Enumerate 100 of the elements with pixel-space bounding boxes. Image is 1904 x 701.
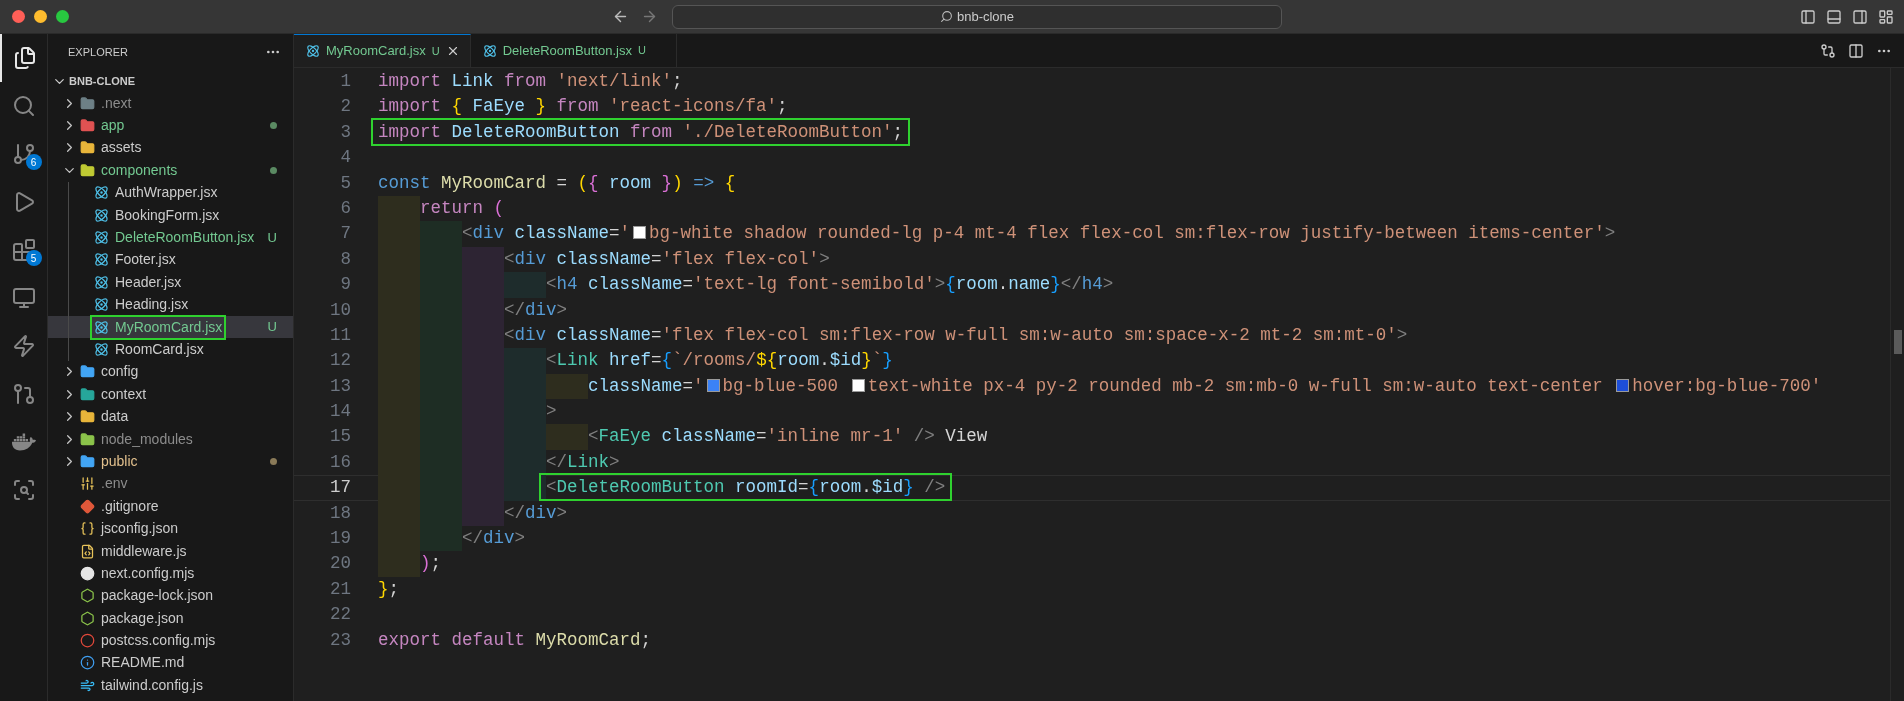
file-name: node_modules [101,429,193,449]
code-text: className=' [588,375,704,396]
circle-icon [80,633,95,649]
tree-item[interactable]: tailwind.config.js [48,674,293,697]
js-file-icon [80,543,95,559]
forward-arrow-icon[interactable] [641,8,658,25]
line-number: 10 [329,298,352,322]
editor-tab[interactable]: MyRoomCard.jsx U [294,34,471,67]
line-number: 23 [329,628,352,652]
layout-icon[interactable] [1878,8,1894,25]
code-text: bg-white shadow rounded-lg p-4 mt-4 flex flex-col sm:flex-row justify-between items-center'> [649,223,1616,244]
sliders-icon [80,476,95,492]
code-text: </Link> [546,451,620,472]
pull-request-icon [11,382,36,406]
code-text: }; [378,578,400,599]
window-control-icon[interactable] [56,10,69,23]
code-text: text-white px-4 py-2 rounded mb-2 sm:mb-0 w-full sm:w-auto text-center [867,375,1604,396]
activity-bar-item[interactable]: 6 [0,130,48,178]
code-text: return ( [420,197,505,218]
tree-item[interactable]: config [48,360,293,384]
tree-item[interactable]: MyRoomCard.jsx U [48,315,293,339]
tree-item[interactable]: middleware.js [48,539,293,563]
file-name: Heading.jsx [115,295,189,315]
scrollbar-thumb[interactable] [1894,330,1902,354]
line-number: 9 [339,273,352,297]
file-name: Footer.jsx [115,250,176,270]
file-name: context [101,384,147,404]
tree-item[interactable]: jsconfig.json [48,517,293,540]
tree-item[interactable]: Heading.jsx [48,293,293,316]
line-number: 2 [339,95,352,119]
hexagon-icon [80,610,95,626]
tree-item[interactable]: Footer.jsx [48,248,293,272]
compare-icon[interactable] [1820,42,1836,59]
tree-root-header[interactable]: BNB-CLONE [48,70,293,92]
tree-item[interactable]: README.md [48,651,293,675]
code-text: </div> [504,299,568,320]
file-name: data [101,407,129,427]
file-name: package.json [101,608,184,628]
line-number: 13 [329,374,352,398]
tree-item[interactable]: .gitignore [48,495,293,518]
line-number: 8 [339,247,352,271]
atom-icon [94,342,109,357]
line-number: 7 [339,222,352,246]
panel-bottom-icon[interactable] [1826,8,1842,25]
line-number: 16 [329,450,352,474]
files-icon [12,46,37,70]
tree-item[interactable]: next.config.mjs [48,562,293,585]
tree-item[interactable]: package.json [48,607,293,630]
tree-item[interactable]: .env [48,472,293,496]
tree-item[interactable]: DeleteRoomButton.jsx U [48,226,293,249]
search-text: bnb-clone [956,7,1015,26]
tree-item[interactable]: node_modules [48,427,293,451]
atom-icon [94,274,109,290]
file-name: README.md [101,653,185,673]
tree-item[interactable]: assets [48,136,293,160]
line-number: 20 [329,552,352,576]
file-name: BookingForm.jsx [115,205,220,225]
tree-item[interactable]: postcss.config.mjs [48,629,293,652]
tree-item[interactable]: RoomCard.jsx [48,338,293,361]
split-editor-icon[interactable] [1848,42,1864,59]
file-name: .next [101,93,132,113]
command-search-field[interactable]: bnb-clone [672,4,1282,29]
atom-icon [306,44,320,58]
wind-icon [80,677,95,693]
tree-item[interactable]: public [48,450,293,473]
file-name: .gitignore [101,496,159,516]
tree-item[interactable]: Header.jsx [48,271,293,294]
tree-item[interactable]: .next [48,92,293,115]
atom-icon [482,43,497,58]
tree-item[interactable]: BookingForm.jsx [48,203,293,227]
activity-bar-item[interactable]: 5 [0,226,48,274]
git-status-letter: U [638,43,646,59]
tree-item[interactable]: data [48,405,293,428]
window-control-icon[interactable] [34,10,47,23]
window-control-icon[interactable] [12,10,25,23]
circle-icon [80,565,95,581]
back-arrow-icon[interactable] [612,8,629,25]
project-name: BNB-CLONE [69,73,135,89]
code-text: <div className='flex flex-col sm:flex-row w-full sm:w-auto sm:space-x-2 mt-2 sm:mt-0'> [504,324,1408,345]
panel-right-icon[interactable] [1852,8,1868,25]
git-status-letter: U [267,318,277,337]
code-text: <DeleteRoomButton roomId={room.$id} /> [546,477,946,498]
explorer-title: EXPLORER [68,44,128,60]
atom-icon [94,230,109,246]
line-number: 3 [339,120,352,144]
line-number: 14 [329,400,352,424]
file-name: middleware.js [101,541,187,561]
tree-item[interactable]: context [48,383,293,406]
tree-item[interactable]: components [48,159,293,182]
code-text: ); [420,553,442,574]
tree-item[interactable]: AuthWrapper.jsx [48,181,293,204]
tab-label: DeleteRoomButton.jsx [502,41,632,60]
file-name: public [101,451,138,471]
panel-left-icon[interactable] [1800,8,1816,25]
search-icon [11,94,36,118]
file-name: RoomCard.jsx [115,340,204,359]
tree-item[interactable]: app [48,114,293,137]
code-text: const MyRoomCard = ({ room }) => { [378,172,736,193]
tree-item[interactable]: package-lock.json [48,584,293,607]
hexagon-icon [80,588,95,604]
